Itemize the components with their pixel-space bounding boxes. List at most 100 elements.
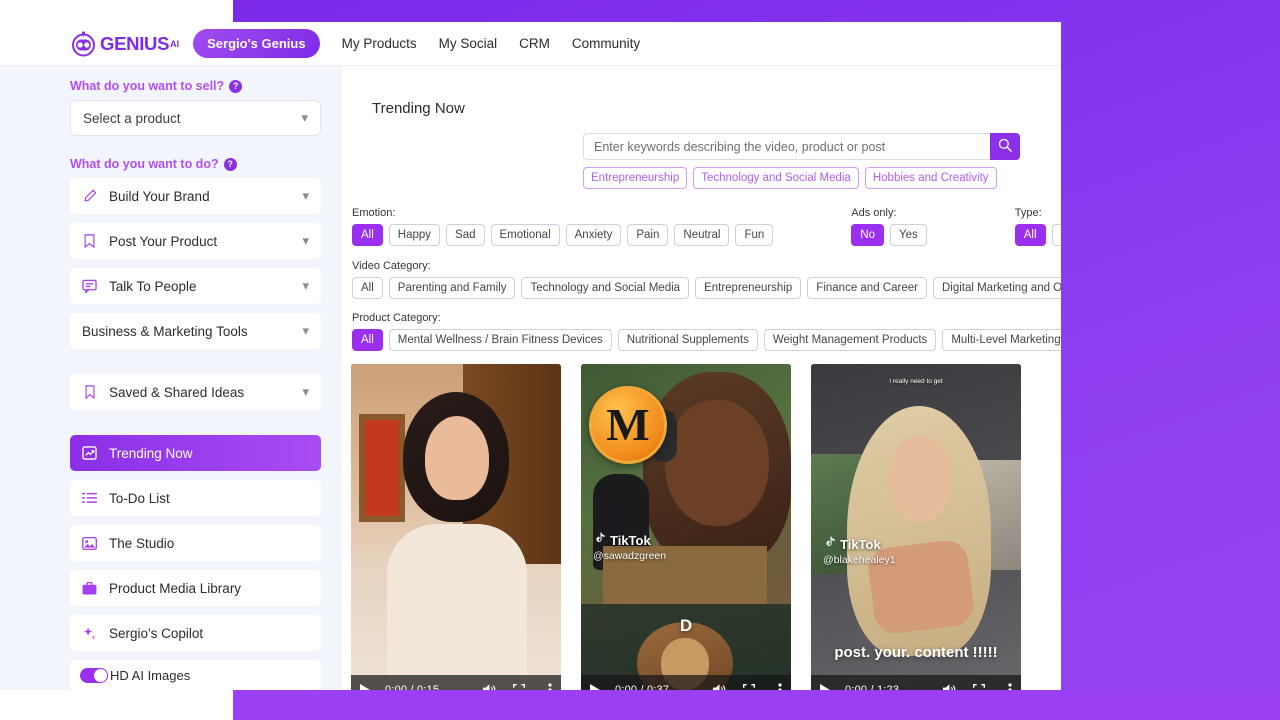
sidebar-item-build-your-brand[interactable]: Build Your Brand ▾ bbox=[70, 178, 321, 214]
sidebar-item-talk-to-people[interactable]: Talk To People ▾ bbox=[70, 268, 321, 304]
keyword-tag[interactable]: Hobbies and Creativity bbox=[865, 167, 997, 189]
play-icon[interactable] bbox=[360, 684, 382, 691]
keyword-tag[interactable]: Technology and Social Media bbox=[693, 167, 859, 189]
chip-product-mlm[interactable]: Multi-Level Marketing bbox=[942, 329, 1061, 351]
thumbnail-top bbox=[387, 524, 527, 690]
page-title: Trending Now bbox=[372, 100, 1061, 117]
brand-logo-group[interactable]: GENIUS AI bbox=[70, 30, 179, 57]
tiktok-note-icon bbox=[823, 536, 836, 553]
more-options-icon[interactable] bbox=[534, 683, 552, 691]
chip-video-entrepreneurship[interactable]: Entrepreneurship bbox=[695, 277, 801, 299]
nav-link-crm[interactable]: CRM bbox=[519, 36, 550, 51]
play-icon[interactable] bbox=[590, 684, 612, 691]
top-navbar: GENIUS AI Sergio's Genius My Products My… bbox=[0, 22, 1061, 66]
sidebar-item-trending-now[interactable]: Trending Now bbox=[70, 435, 321, 471]
volume-icon[interactable] bbox=[934, 683, 964, 690]
robot-logo-icon bbox=[70, 30, 97, 57]
sidebar-item-sergios-copilot[interactable]: Sergio's Copilot bbox=[70, 615, 321, 651]
sidebar-label: Product Media Library bbox=[109, 581, 309, 596]
chevron-down-icon: ▾ bbox=[301, 110, 308, 126]
filter-row-1: Emotion: All Happy Sad Emotional Anxiety… bbox=[352, 207, 1061, 246]
filter-chips-product-category: All Mental Wellness / Brain Fitness Devi… bbox=[352, 329, 1061, 351]
sidebar-item-post-your-product[interactable]: Post Your Product ▾ bbox=[70, 223, 321, 259]
chip-emotion-happy[interactable]: Happy bbox=[389, 224, 440, 246]
chip-emotion-fun[interactable]: Fun bbox=[735, 224, 773, 246]
chip-video-finance[interactable]: Finance and Career bbox=[807, 277, 927, 299]
fullscreen-icon[interactable] bbox=[964, 684, 994, 691]
chip-product-nutritional[interactable]: Nutritional Supplements bbox=[618, 329, 758, 351]
help-icon-do[interactable]: ? bbox=[224, 158, 237, 171]
help-icon-sell[interactable]: ? bbox=[229, 80, 242, 93]
sidebar-item-saved-shared-ideas[interactable]: Saved & Shared Ideas ▾ bbox=[70, 374, 321, 410]
video-card[interactable]: I really need to get TikTok @blakehealey… bbox=[811, 364, 1021, 690]
sell-question-text: What do you want to sell? bbox=[70, 79, 224, 93]
chip-product-all[interactable]: All bbox=[352, 329, 383, 351]
search-input[interactable] bbox=[583, 133, 990, 160]
search-area: Entrepreneurship Technology and Social M… bbox=[583, 133, 1020, 189]
more-options-icon[interactable] bbox=[764, 683, 782, 691]
briefcase-icon bbox=[81, 582, 98, 595]
volume-icon[interactable] bbox=[704, 683, 734, 690]
chip-ads-yes[interactable]: Yes bbox=[890, 224, 927, 246]
white-bottom-left bbox=[0, 690, 233, 720]
chip-product-mental-wellness[interactable]: Mental Wellness / Brain Fitness Devices bbox=[389, 329, 612, 351]
search-button[interactable] bbox=[990, 133, 1020, 160]
chip-emotion-neutral[interactable]: Neutral bbox=[674, 224, 729, 246]
tiktok-note-icon bbox=[593, 532, 606, 549]
chip-emotion-all[interactable]: All bbox=[352, 224, 383, 246]
more-options-icon[interactable] bbox=[994, 683, 1012, 691]
fullscreen-icon[interactable] bbox=[504, 684, 534, 691]
sidebar: What do you want to sell? ? Select a pro… bbox=[0, 66, 342, 690]
page-body: What do you want to sell? ? Select a pro… bbox=[0, 66, 1061, 690]
chevron-down-icon: ▾ bbox=[302, 323, 309, 339]
video-card[interactable]: M TikTok @sawadzgreen bbox=[581, 364, 791, 690]
video-card[interactable]: 0:00 / 0:15 bbox=[351, 364, 561, 690]
nav-link-my-social[interactable]: My Social bbox=[439, 36, 498, 51]
chip-video-all[interactable]: All bbox=[352, 277, 383, 299]
chip-type-brand[interactable]: Brand bbox=[1052, 224, 1061, 246]
hd-ai-images-row[interactable]: HD AI Images bbox=[70, 660, 321, 690]
screen-root: GENIUS AI Sergio's Genius My Products My… bbox=[0, 0, 1280, 720]
sidebar-item-product-media-library[interactable]: Product Media Library bbox=[70, 570, 321, 606]
chip-emotion-anxiety[interactable]: Anxiety bbox=[566, 224, 622, 246]
tiktok-label: TikTok bbox=[840, 537, 881, 552]
volume-icon[interactable] bbox=[474, 683, 504, 690]
sidebar-item-business-marketing-tools[interactable]: Business & Marketing Tools ▾ bbox=[70, 313, 321, 349]
nav-link-community[interactable]: Community bbox=[572, 36, 640, 51]
sidebar-item-to-do-list[interactable]: To-Do List bbox=[70, 480, 321, 516]
do-question-text: What do you want to do? bbox=[70, 157, 219, 171]
chip-type-all[interactable]: All bbox=[1015, 224, 1046, 246]
nav-active-pill[interactable]: Sergio's Genius bbox=[193, 29, 319, 58]
chip-video-technology[interactable]: Technology and Social Media bbox=[521, 277, 689, 299]
chip-video-digital-marketing[interactable]: Digital Marketing and O bbox=[933, 277, 1061, 299]
tiktok-label: TikTok bbox=[610, 533, 651, 548]
chip-ads-no[interactable]: No bbox=[851, 224, 884, 246]
chip-emotion-sad[interactable]: Sad bbox=[446, 224, 484, 246]
tiktok-badge: TikTok @blakehealey1 bbox=[823, 536, 896, 566]
hd-ai-images-toggle[interactable] bbox=[80, 668, 108, 683]
video-controls[interactable]: 0:00 / 1:23 bbox=[811, 675, 1021, 690]
chip-video-parenting[interactable]: Parenting and Family bbox=[389, 277, 516, 299]
chip-product-weight[interactable]: Weight Management Products bbox=[764, 329, 936, 351]
chevron-down-icon: ▾ bbox=[302, 384, 309, 400]
sidebar-item-the-studio[interactable]: The Studio bbox=[70, 525, 321, 561]
filter-chips-ads-only: No Yes bbox=[851, 224, 926, 246]
nav-link-my-products[interactable]: My Products bbox=[342, 36, 417, 51]
sparkle-icon bbox=[81, 626, 98, 641]
chip-emotion-emotional[interactable]: Emotional bbox=[491, 224, 560, 246]
video-controls[interactable]: 0:00 / 0:15 bbox=[351, 675, 561, 690]
chip-emotion-pain[interactable]: Pain bbox=[627, 224, 668, 246]
search-row bbox=[583, 133, 1020, 160]
keyword-tag[interactable]: Entrepreneurship bbox=[583, 167, 687, 189]
play-icon[interactable] bbox=[820, 684, 842, 691]
brand-superscript: AI bbox=[170, 39, 179, 49]
product-select-value: Select a product bbox=[83, 111, 181, 126]
thumbnail-artwork bbox=[359, 414, 405, 522]
filter-chips-emotion: All Happy Sad Emotional Anxiety Pain Neu… bbox=[352, 224, 773, 246]
product-select[interactable]: Select a product ▾ bbox=[70, 100, 321, 136]
fullscreen-icon[interactable] bbox=[734, 684, 764, 691]
sidebar-label: Saved & Shared Ideas bbox=[109, 385, 291, 400]
video-controls[interactable]: 0:00 / 0:37 bbox=[581, 675, 791, 690]
sidebar-label: Business & Marketing Tools bbox=[82, 324, 291, 339]
filter-title-emotion: Emotion: bbox=[352, 207, 773, 219]
